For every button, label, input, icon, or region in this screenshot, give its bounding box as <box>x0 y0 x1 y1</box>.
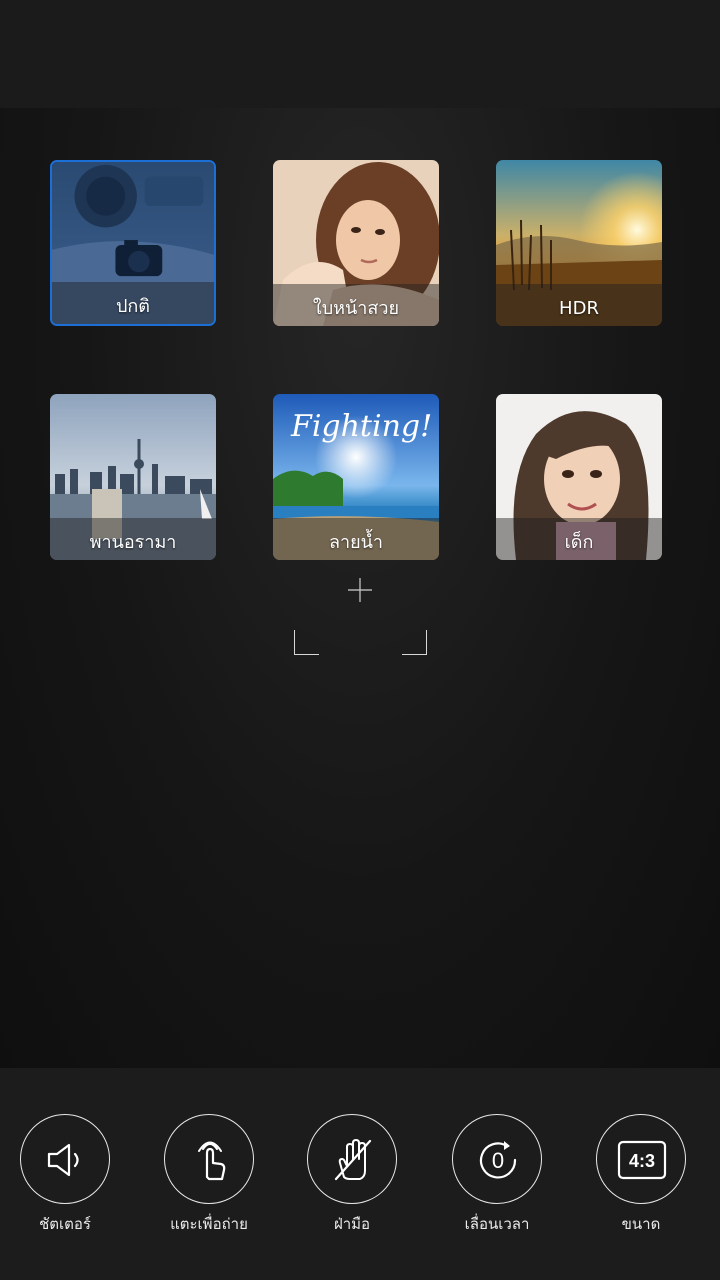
scene-mode-grid: ปกติ ใบหน้าสวย HDR พานอรามา Fighting! ลา… <box>0 108 720 1068</box>
mode-tile-hdr[interactable]: HDR <box>496 160 662 326</box>
mode-tile-normal[interactable]: ปกติ <box>50 160 216 326</box>
gesture-button[interactable]: ฝ่ามือ <box>284 1114 424 1234</box>
mode-label: พานอรามา <box>89 532 177 553</box>
mode-tile-watermark[interactable]: Fighting! ลายน้ำ <box>273 394 439 560</box>
touch-capture-button[interactable]: แตะเพื่อถ่าย <box>141 1114 281 1234</box>
top-bar <box>0 0 720 108</box>
mode-label: เด็ก <box>564 532 594 553</box>
shutter-sound-label: ชัตเตอร์ <box>39 1215 91 1233</box>
palm-icon <box>334 1139 372 1181</box>
focus-bracket-left <box>294 630 319 655</box>
timer-label: เลื่อนเวลา <box>464 1215 530 1233</box>
gesture-label: ฝ่ามือ <box>333 1215 371 1233</box>
watermark-overlay-text: Fighting! <box>290 409 432 444</box>
camera-viewfinder[interactable]: ปกติ ใบหน้าสวย HDR พานอรามา Fighting! ลา… <box>0 108 720 1068</box>
mode-label: HDR <box>559 298 599 319</box>
shutter-sound-circle <box>20 1114 110 1204</box>
mode-label: ใบหน้าสวย <box>312 298 400 319</box>
timer-button[interactable]: 0 เลื่อนเวลา <box>429 1114 569 1234</box>
focus-crosshair-icon <box>348 578 372 602</box>
timer-circle: 0 <box>452 1114 542 1204</box>
gesture-circle <box>307 1114 397 1204</box>
size-circle: 4:3 <box>596 1114 686 1204</box>
timer-icon: 0 <box>479 1141 517 1179</box>
touch-icon <box>198 1141 226 1181</box>
size-label: ขนาด <box>621 1215 661 1233</box>
timer-value: 0 <box>492 1148 504 1173</box>
mode-label: ปกติ <box>115 296 150 317</box>
camera-settings-bar: ชัตเตอร์ แตะเพื่อถ่าย ฝ่ามือ 0 เลื่อนเวล… <box>0 1068 720 1280</box>
shutter-sound-button[interactable]: ชัตเตอร์ <box>0 1114 137 1234</box>
touch-capture-label: แตะเพื่อถ่าย <box>170 1215 248 1233</box>
mode-tile-beauty[interactable]: ใบหน้าสวย <box>273 160 439 326</box>
mode-tile-kids[interactable]: เด็ก <box>496 394 662 560</box>
speaker-icon <box>47 1143 79 1177</box>
mode-tile-panorama[interactable]: พานอรามา <box>50 394 216 560</box>
size-button[interactable]: 4:3 ขนาด <box>573 1114 713 1234</box>
focus-bracket-right <box>402 630 427 655</box>
aspect-ratio-icon: 4:3 <box>617 1140 667 1180</box>
touch-capture-circle <box>164 1114 254 1204</box>
size-value: 4:3 <box>629 1151 655 1171</box>
mode-label: ลายน้ำ <box>328 532 384 553</box>
